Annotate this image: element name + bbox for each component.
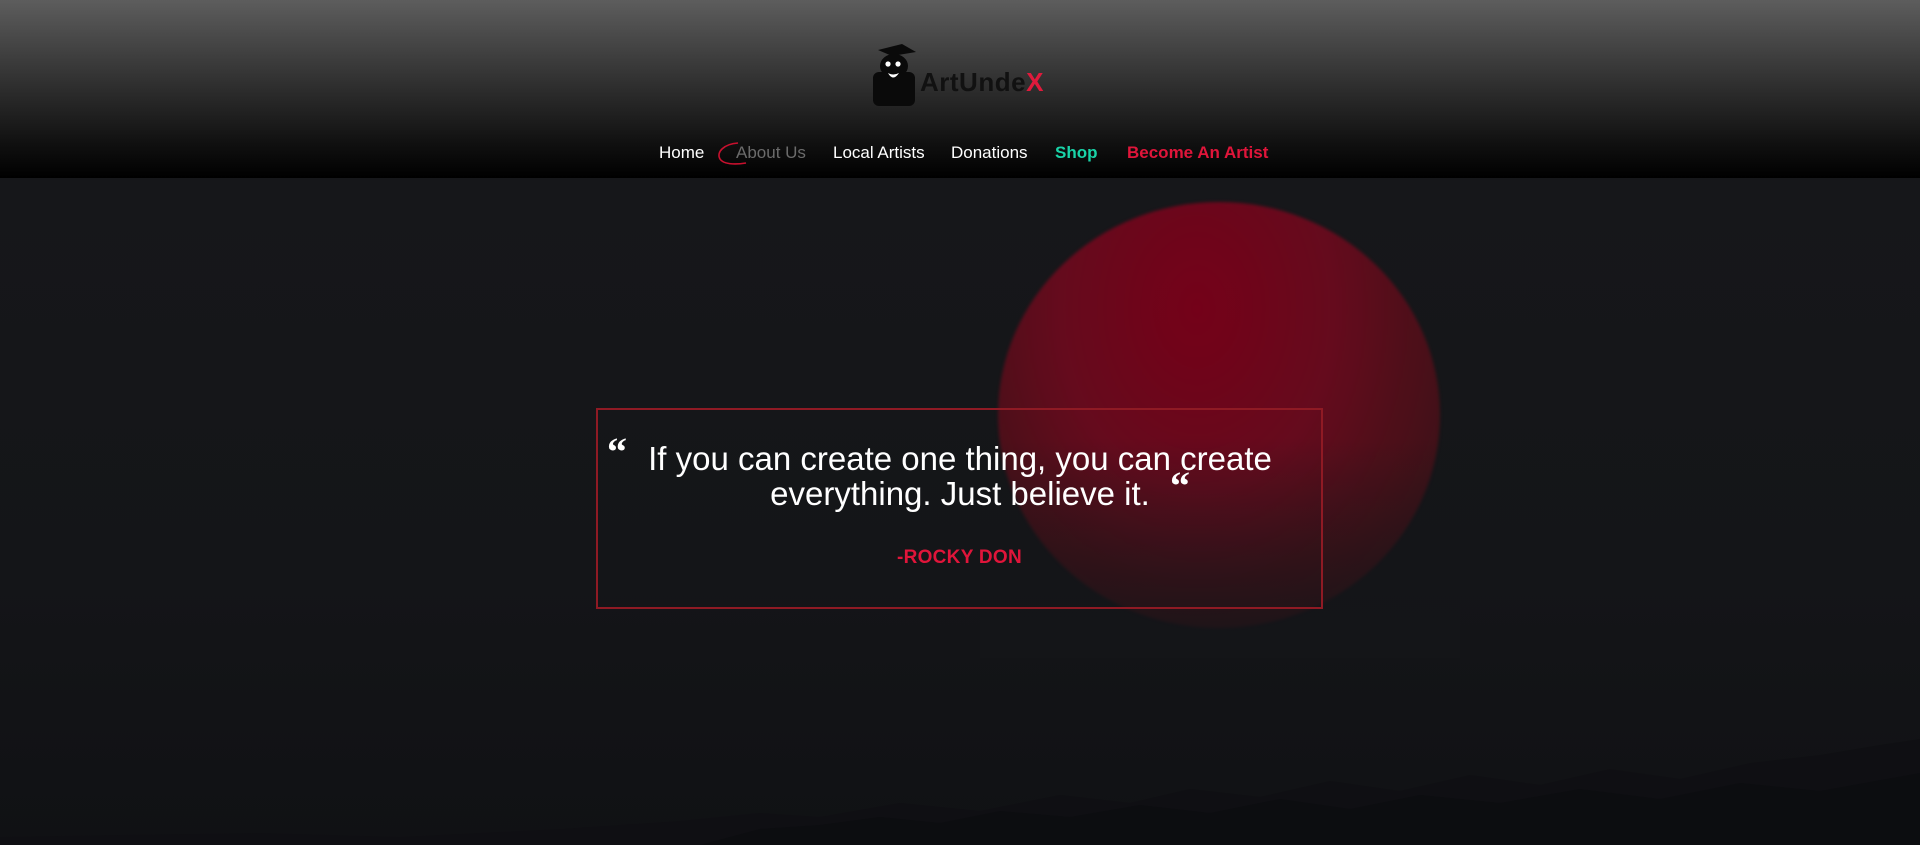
- main-nav: Home About Us Local Artists Donations Sh…: [0, 140, 1920, 166]
- brand-wordmark: ArtUndeX: [920, 67, 1044, 98]
- hero-quote: If you can create one thing, you can cre…: [648, 440, 1272, 512]
- page: ArtUndeX Home About Us Local Artists Don…: [0, 0, 1920, 845]
- site-header: ArtUndeX Home About Us Local Artists Don…: [0, 0, 1920, 178]
- brand-name: ArtUnde: [920, 67, 1027, 97]
- close-quote-mark: “: [1170, 463, 1190, 508]
- brand-logo[interactable]: ArtUndeX: [872, 44, 1048, 106]
- treeline-silhouette: [0, 739, 1920, 845]
- owl-graduate-icon: [873, 44, 916, 106]
- brand-name-accent: X: [1026, 67, 1044, 97]
- quote-author: -ROCKY DON: [896, 547, 1023, 568]
- nav-item-shop[interactable]: Shop: [1055, 140, 1098, 166]
- nav-item-become-an-artist[interactable]: Become An Artist: [1127, 140, 1268, 166]
- nav-item-local-artists[interactable]: Local Artists: [833, 140, 925, 166]
- nav-item-home[interactable]: Home: [659, 140, 704, 166]
- nav-item-about-us[interactable]: About Us: [736, 140, 806, 166]
- nav-item-donations[interactable]: Donations: [951, 140, 1028, 166]
